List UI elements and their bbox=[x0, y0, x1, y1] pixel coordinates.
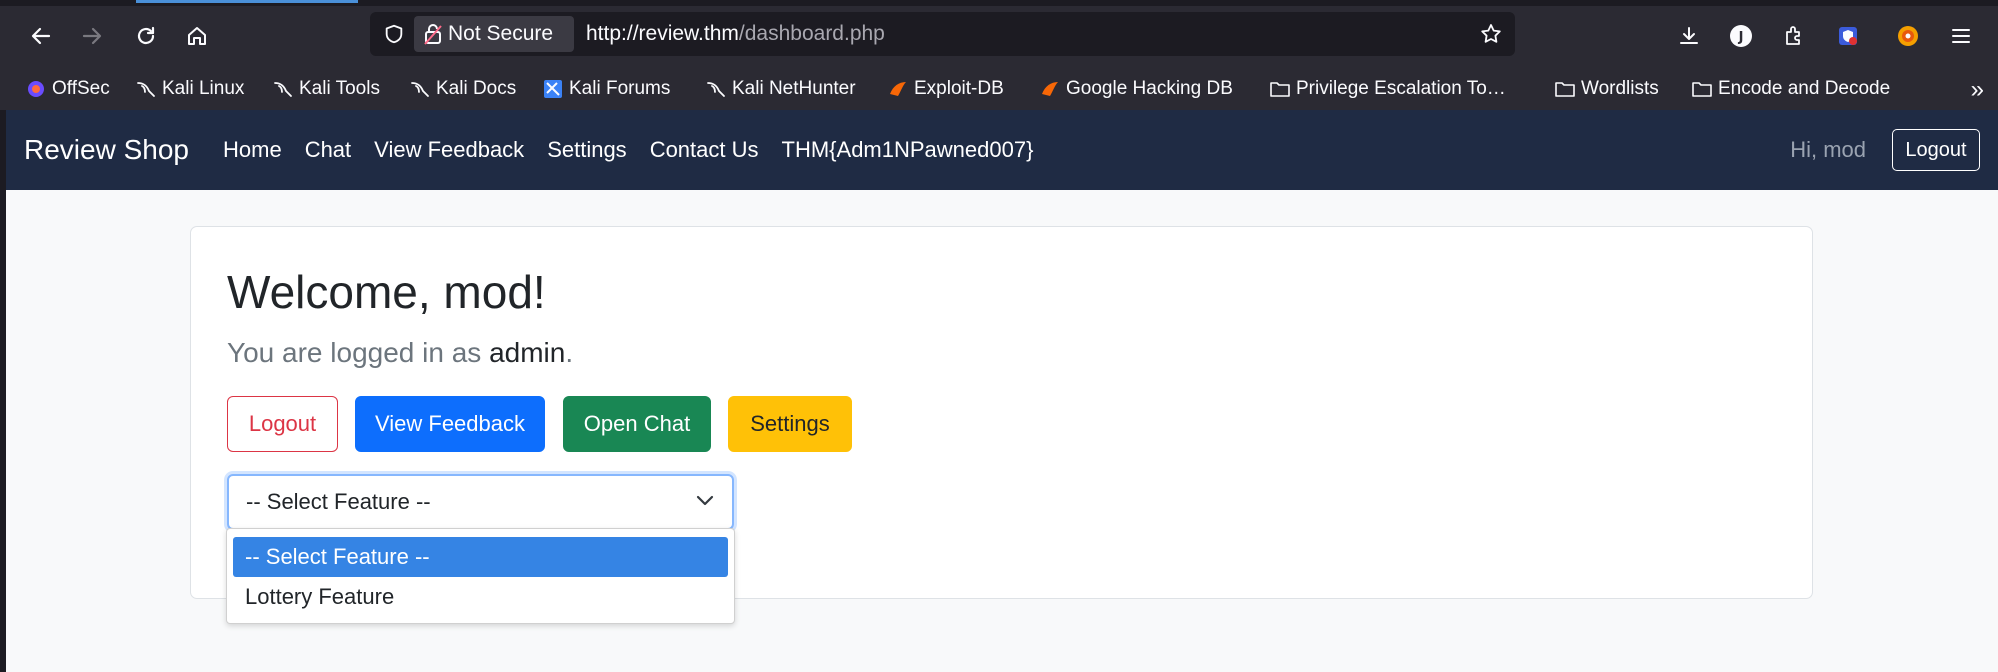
folder-icon bbox=[1692, 79, 1712, 99]
bookmarks-toolbar: OffSec Kali Linux Kali Tools Kali Docs K… bbox=[0, 68, 1998, 111]
login-status-text: You are logged in as admin. bbox=[227, 337, 573, 369]
bookmark-kali-docs[interactable]: Kali Docs bbox=[410, 74, 516, 104]
bookmark-label: Kali Docs bbox=[436, 78, 517, 99]
downloads-icon[interactable] bbox=[1673, 20, 1705, 52]
bookmark-label: OffSec bbox=[52, 78, 110, 99]
bookmark-label: Kali Linux bbox=[162, 78, 245, 99]
bookmark-exploit-db[interactable]: Exploit-DB bbox=[888, 74, 1004, 104]
feature-option-placeholder[interactable]: -- Select Feature -- bbox=[233, 537, 728, 577]
bookmark-label: Encode and Decode bbox=[1718, 78, 1891, 99]
bookmark-kali-nethunter[interactable]: Kali NetHunter bbox=[706, 74, 856, 104]
home-icon bbox=[188, 27, 206, 45]
site-security-button[interactable]: Not Secure bbox=[414, 16, 574, 52]
nav-chat[interactable]: Chat bbox=[305, 137, 351, 163]
nav-settings[interactable]: Settings bbox=[547, 137, 627, 163]
account-icon[interactable]: J bbox=[1725, 20, 1757, 52]
kali-icon bbox=[136, 79, 156, 99]
site-navbar: Review Shop Home Chat View Feedback Sett… bbox=[6, 110, 1998, 190]
back-button[interactable] bbox=[23, 18, 59, 54]
bookmark-label: Kali Tools bbox=[299, 78, 380, 99]
open-chat-button[interactable]: Open Chat bbox=[563, 396, 711, 452]
bookmark-label: Google Hacking DB bbox=[1066, 78, 1233, 99]
bookmark-star-icon[interactable] bbox=[1477, 20, 1505, 48]
login-role: admin bbox=[489, 337, 566, 368]
bookmark-offsec[interactable]: OffSec bbox=[26, 74, 110, 104]
not-secure-label: Not Secure bbox=[448, 22, 554, 45]
address-bar[interactable]: Not Secure http://review.thm/dashboard.p… bbox=[370, 12, 1515, 56]
kali-forums-icon bbox=[543, 79, 563, 99]
bookmark-label: Kali Forums bbox=[569, 78, 671, 99]
url-host: http://review.thm bbox=[586, 22, 739, 45]
url-path: /dashboard.php bbox=[738, 22, 885, 45]
url-text[interactable]: http://review.thm/dashboard.php bbox=[586, 12, 885, 56]
navbar-logout-button[interactable]: Logout bbox=[1892, 129, 1980, 171]
login-status-prefix: You are logged in as bbox=[227, 337, 490, 368]
bookmark-label: Wordlists bbox=[1581, 78, 1659, 99]
shield-extension-icon[interactable] bbox=[1832, 20, 1864, 52]
bookmark-kali-linux[interactable]: Kali Linux bbox=[136, 74, 244, 104]
login-status-suffix: . bbox=[565, 337, 574, 368]
nav-links: Home Chat View Feedback Settings Contact… bbox=[223, 110, 1056, 190]
svg-text:J: J bbox=[1738, 30, 1744, 45]
feature-select[interactable]: -- Select Feature -- bbox=[227, 474, 734, 530]
reload-button[interactable] bbox=[128, 18, 164, 54]
offsec-icon bbox=[26, 79, 46, 99]
welcome-heading: Welcome, mod! bbox=[227, 266, 546, 318]
exploitdb-icon bbox=[1040, 79, 1060, 99]
insecure-lock-icon bbox=[424, 23, 442, 45]
arrow-right-icon bbox=[82, 27, 102, 45]
folder-icon bbox=[1270, 79, 1290, 99]
feature-option-lottery[interactable]: Lottery Feature bbox=[233, 577, 728, 617]
kali-icon bbox=[273, 79, 293, 99]
home-button[interactable] bbox=[179, 18, 215, 54]
feature-select-value: -- Select Feature -- bbox=[246, 489, 431, 514]
bookmark-folder-wordlists[interactable]: Wordlists bbox=[1555, 74, 1659, 104]
extensions-icon[interactable] bbox=[1778, 20, 1810, 52]
arrow-left-icon bbox=[31, 27, 51, 45]
foxyproxy-icon[interactable] bbox=[1892, 20, 1924, 52]
browser-toolbar: Not Secure http://review.thm/dashboard.p… bbox=[0, 6, 1998, 68]
tracking-shield-icon[interactable] bbox=[380, 20, 408, 48]
kali-icon bbox=[706, 79, 726, 99]
menu-icon[interactable] bbox=[1945, 20, 1977, 52]
bookmark-folder-privilege-escalation[interactable]: Privilege Escalation To… bbox=[1270, 74, 1506, 104]
bookmark-label: Privilege Escalation To… bbox=[1296, 78, 1506, 99]
bookmark-google-hacking-db[interactable]: Google Hacking DB bbox=[1040, 74, 1233, 104]
reload-icon bbox=[137, 26, 155, 45]
bookmark-folder-encode-decode[interactable]: Encode and Decode bbox=[1692, 74, 1890, 104]
nav-contact-us[interactable]: Contact Us bbox=[650, 137, 759, 163]
kali-icon bbox=[410, 79, 430, 99]
active-tab-indicator[interactable] bbox=[136, 0, 358, 3]
bookmarks-overflow-icon[interactable]: » bbox=[1971, 76, 1984, 104]
exploitdb-icon bbox=[888, 79, 908, 99]
user-greeting: Hi, mod bbox=[1790, 137, 1866, 162]
site-brand[interactable]: Review Shop bbox=[24, 110, 189, 190]
folder-icon bbox=[1555, 79, 1575, 99]
view-feedback-button[interactable]: View Feedback bbox=[355, 396, 545, 452]
feature-select-dropdown: -- Select Feature -- Lottery Feature bbox=[226, 528, 735, 624]
nav-home[interactable]: Home bbox=[223, 137, 282, 163]
forward-button[interactable] bbox=[74, 18, 110, 54]
nav-view-feedback[interactable]: View Feedback bbox=[374, 137, 524, 163]
bookmark-kali-tools[interactable]: Kali Tools bbox=[273, 74, 380, 104]
bookmark-kali-forums[interactable]: Kali Forums bbox=[543, 74, 670, 104]
bookmark-label: Exploit-DB bbox=[914, 78, 1004, 99]
settings-button[interactable]: Settings bbox=[728, 396, 852, 452]
window-edge bbox=[0, 110, 6, 672]
logout-button[interactable]: Logout bbox=[227, 396, 338, 452]
nav-flag[interactable]: THM{Adm1NPawned007} bbox=[782, 137, 1034, 163]
chevron-down-icon bbox=[694, 490, 716, 512]
bookmark-label: Kali NetHunter bbox=[732, 78, 856, 99]
